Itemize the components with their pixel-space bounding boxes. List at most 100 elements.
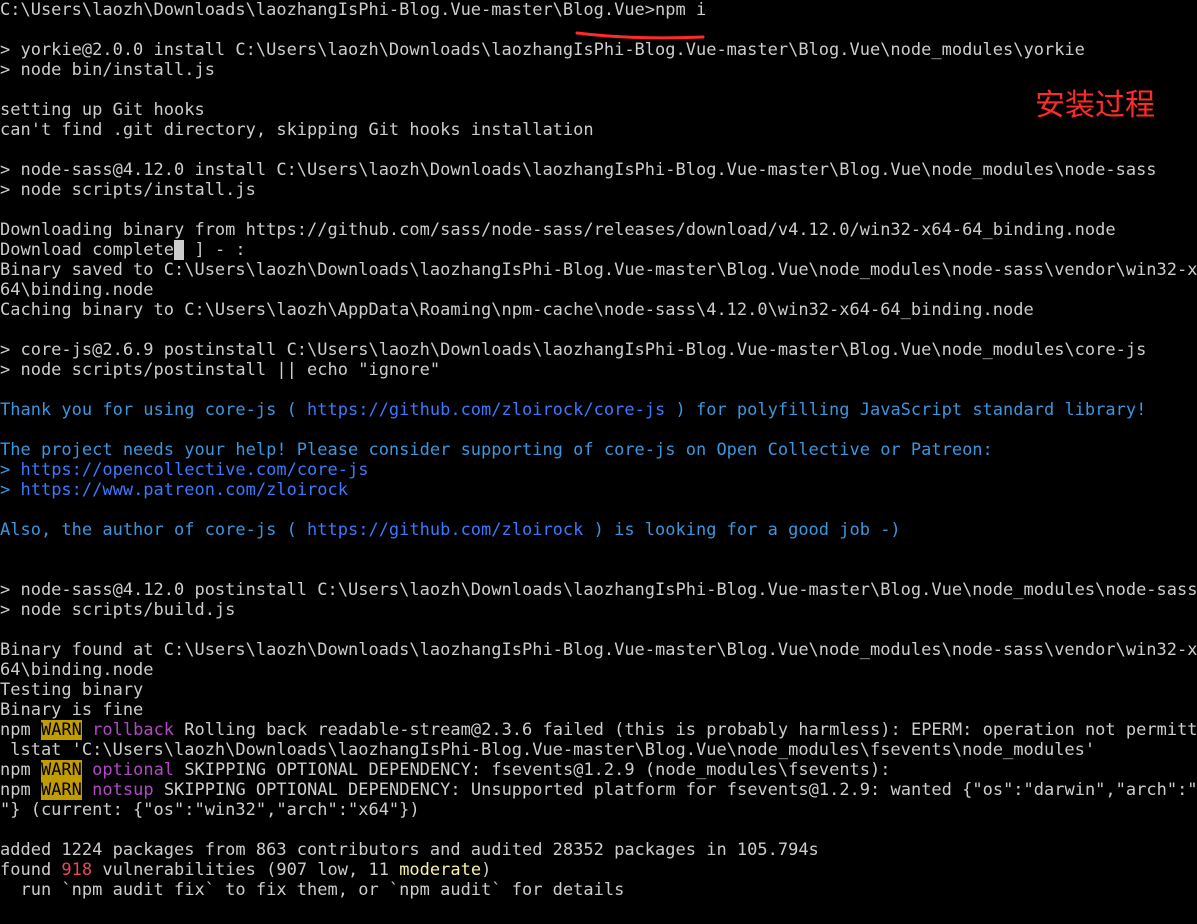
terminal-text: > node-sass@4.12.0 install C:\Users\laoz…	[0, 160, 1157, 180]
terminal-text: setting up Git hooks	[0, 100, 205, 120]
terminal-text: Binary is fine	[0, 700, 144, 720]
terminal-text: Download complete	[0, 240, 174, 260]
terminal-line: added 1224 packages from 863 contributor…	[0, 840, 1197, 860]
terminal-line: Caching binary to C:\Users\laozh\AppData…	[0, 300, 1197, 320]
terminal-line: > yorkie@2.0.0 install C:\Users\laozh\Do…	[0, 40, 1197, 60]
terminal-text: Binary found at C:\Users\laozh\Downloads…	[0, 640, 1197, 660]
terminal-text: )	[481, 860, 492, 880]
terminal-line: > node scripts/build.js	[0, 600, 1197, 620]
terminal-text: can't find .git directory, skipping Git …	[0, 120, 594, 140]
terminal-line: Download complete ] - :	[0, 240, 1197, 260]
terminal-text: Downloading binary from https://github.c…	[0, 220, 1116, 240]
terminal-text: npm	[0, 720, 41, 740]
terminal-line: > https://opencollective.com/core-js	[0, 460, 1197, 480]
terminal-line: Also, the author of core-js ( https://gi…	[0, 520, 1197, 540]
terminal-text: vulnerabilities (907 low, 11	[92, 860, 400, 880]
terminal-text: >	[0, 480, 21, 500]
terminal-line: found 918 vulnerabilities (907 low, 11 m…	[0, 860, 1197, 880]
terminal-line: The project needs your help! Please cons…	[0, 440, 1197, 460]
terminal-text: Caching binary to C:\Users\laozh\AppData…	[0, 300, 1034, 320]
terminal-text: Testing binary	[0, 680, 144, 700]
terminal-line: Binary is fine	[0, 700, 1197, 720]
terminal-text: https://github.com/zloirock/core-js	[307, 400, 666, 420]
annotation-label: 安装过程	[1035, 88, 1155, 123]
terminal-text: Rolling back readable-stream@2.3.6 faile…	[174, 720, 1197, 740]
terminal-text: SKIPPING OPTIONAL DEPENDENCY: fsevents@1…	[174, 760, 891, 780]
terminal-text: ) for polyfilling JavaScript standard li…	[665, 400, 1147, 420]
terminal-text: Binary saved to C:\Users\laozh\Downloads…	[0, 260, 1197, 280]
terminal-text: lstat 'C:\Users\laozh\Downloads\laozhang…	[0, 740, 1096, 760]
terminal-text: > node bin/install.js	[0, 60, 215, 80]
terminal-text: The project needs your help! Please cons…	[0, 440, 993, 460]
terminal-line: Binary found at C:\Users\laozh\Downloads…	[0, 640, 1197, 660]
terminal-text: 64\binding.node	[0, 660, 154, 680]
terminal-text: https://opencollective.com/core-js	[20, 460, 369, 480]
terminal-output: C:\Users\laozh\Downloads\laozhangIsPhi-B…	[0, 0, 1197, 924]
terminal-text: optional	[92, 760, 175, 780]
terminal-text: added 1224 packages from 863 contributor…	[0, 840, 819, 860]
terminal-line: > node bin/install.js	[0, 60, 1197, 80]
terminal-text: https://github.com/zloirock	[307, 520, 584, 540]
terminal-text: ) is looking for a good job -)	[583, 520, 901, 540]
terminal-line: run `npm audit fix` to fix them, or `npm…	[0, 880, 1197, 900]
terminal-text: > core-js@2.6.9 postinstall C:\Users\lao…	[0, 340, 1147, 360]
terminal-line: setting up Git hooks	[0, 100, 1197, 120]
terminal-line: > node-sass@4.12.0 install C:\Users\laoz…	[0, 160, 1197, 180]
terminal-text: > yorkie@2.0.0 install C:\Users\laozh\Do…	[0, 40, 1085, 60]
terminal-line: > node-sass@4.12.0 postinstall C:\Users\…	[0, 580, 1197, 600]
terminal-text: > node scripts/build.js	[0, 600, 236, 620]
terminal-text: npm	[0, 760, 41, 780]
terminal-line: npm WARN optional SKIPPING OPTIONAL DEPE…	[0, 760, 1197, 780]
terminal-text: Thank you for using core-js (	[0, 400, 308, 420]
terminal-text: notsup	[92, 780, 154, 800]
terminal-line: 64\binding.node	[0, 660, 1197, 680]
terminal-line: Downloading binary from https://github.c…	[0, 220, 1197, 240]
terminal-text: found	[0, 860, 62, 880]
terminal-line: > node scripts/postinstall || echo "igno…	[0, 360, 1197, 380]
terminal-text: WARN	[40, 780, 82, 800]
terminal-text: "} (current: {"os":"win32","arch":"x64"}…	[0, 800, 420, 820]
terminal-text: 64\binding.node	[0, 280, 154, 300]
terminal-line: Thank you for using core-js ( https://gi…	[0, 400, 1197, 420]
terminal-text: > node scripts/postinstall || echo "igno…	[0, 360, 441, 380]
terminal-text: > node scripts/install.js	[0, 180, 256, 200]
terminal-line: C:\Users\laozh\Downloads\laozhangIsPhi-B…	[0, 0, 1197, 20]
terminal-text: WARN	[40, 760, 82, 780]
terminal-text: ] - :	[184, 240, 246, 260]
terminal-text: > node-sass@4.12.0 postinstall C:\Users\…	[0, 580, 1197, 600]
terminal-text: 918	[61, 860, 93, 880]
terminal-text: npm	[0, 780, 41, 800]
terminal-text: >	[0, 460, 21, 480]
terminal-line: lstat 'C:\Users\laozh\Downloads\laozhang…	[0, 740, 1197, 760]
terminal-line: Testing binary	[0, 680, 1197, 700]
terminal-line: npm WARN rollback Rolling back readable-…	[0, 720, 1197, 740]
red-underline-annotation	[575, 31, 705, 40]
terminal-text: C:\Users\laozh\Downloads\laozhangIsPhi-B…	[0, 0, 707, 20]
terminal-line: 64\binding.node	[0, 280, 1197, 300]
terminal-text: https://www.patreon.com/zloirock	[20, 480, 348, 500]
cursor-block	[174, 240, 185, 260]
terminal-text: rollback	[92, 720, 175, 740]
terminal-line: can't find .git directory, skipping Git …	[0, 120, 1197, 140]
terminal-line: "} (current: {"os":"win32","arch":"x64"}…	[0, 800, 1197, 820]
terminal-text: moderate	[399, 860, 482, 880]
terminal-text: SKIPPING OPTIONAL DEPENDENCY: Unsupporte…	[153, 780, 1197, 800]
terminal-text: Also, the author of core-js (	[0, 520, 308, 540]
terminal-line: npm WARN notsup SKIPPING OPTIONAL DEPEND…	[0, 780, 1197, 800]
terminal-line: > node scripts/install.js	[0, 180, 1197, 200]
terminal-text: run `npm audit fix` to fix them, or `npm…	[0, 880, 625, 900]
terminal-line: Binary saved to C:\Users\laozh\Downloads…	[0, 260, 1197, 280]
